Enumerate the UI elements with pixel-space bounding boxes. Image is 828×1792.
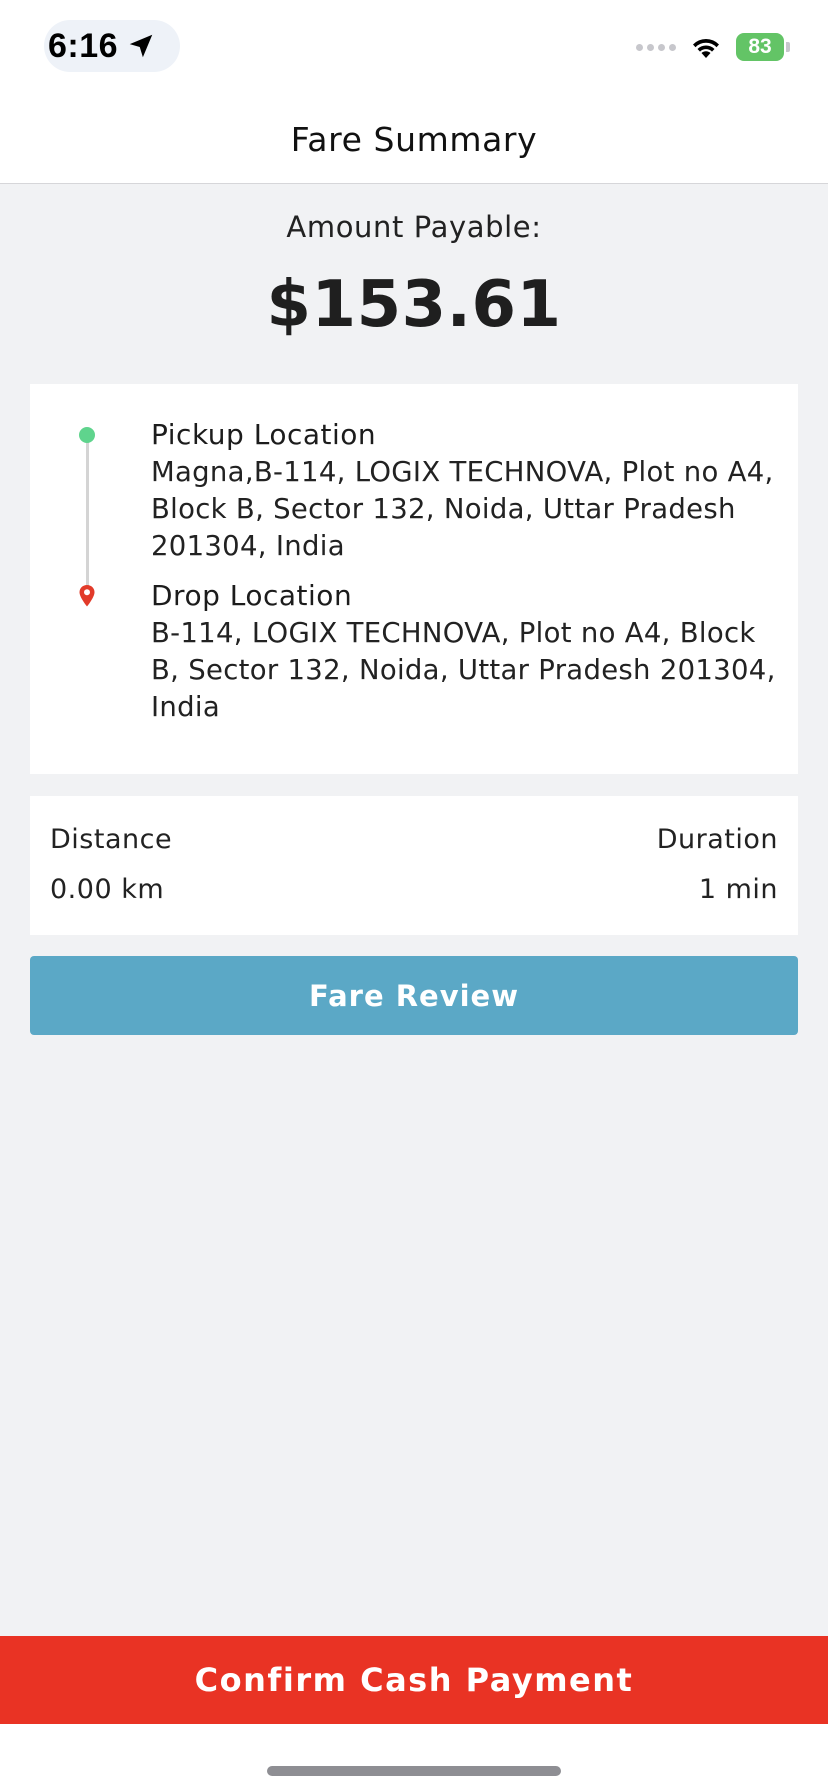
drop-location-address: B-114, LOGIX TECHNOVA, Plot no A4, Block… [151,617,776,723]
trip-stats-card: Distance 0.00 km Duration 1 min [30,796,798,935]
amount-value: $153.61 [266,268,562,342]
signal-dots-icon [636,43,676,51]
wifi-icon [693,38,719,58]
distance-value: 0.00 km [50,874,165,905]
pickup-location: Pickup Location Magna,B-114, LOGIX TECHN… [151,416,791,565]
route-line [86,436,89,596]
fare-review-button[interactable]: Fare Review [30,956,798,1035]
pickup-location-address: Magna,B-114, LOGIX TECHNOVA, Plot no A4,… [151,456,774,562]
battery-level: 83 [736,33,784,61]
page-title: Fare Summary [290,120,538,159]
time-pill: 6:16 [44,20,181,72]
amount-label: Amount Payable: [286,210,542,244]
distance-label: Distance [50,824,173,855]
home-indicator[interactable] [267,1766,561,1776]
nav-header: Fare Summary [0,96,828,184]
pickup-location-title: Pickup Location [151,418,377,451]
drop-location-title: Drop Location [151,579,353,612]
drop-pin-icon [79,585,95,607]
battery-charging-icon: 83 [736,33,790,61]
drop-location: Drop Location B-114, LOGIX TECHNOVA, Plo… [151,577,791,726]
duration-label: Duration [656,824,778,855]
route-card: Pickup Location Magna,B-114, LOGIX TECHN… [30,384,798,774]
duration-value: 1 min [698,874,778,905]
pickup-marker-icon [79,427,95,443]
location-arrow-icon [129,34,153,58]
status-bar: 6:16 83 [0,0,828,96]
status-time: 6:16 [48,26,119,65]
confirm-cash-payment-button[interactable]: Confirm Cash Payment [0,1636,828,1724]
status-icons: 83 [636,30,790,64]
bottom-safe-area [0,1724,828,1792]
